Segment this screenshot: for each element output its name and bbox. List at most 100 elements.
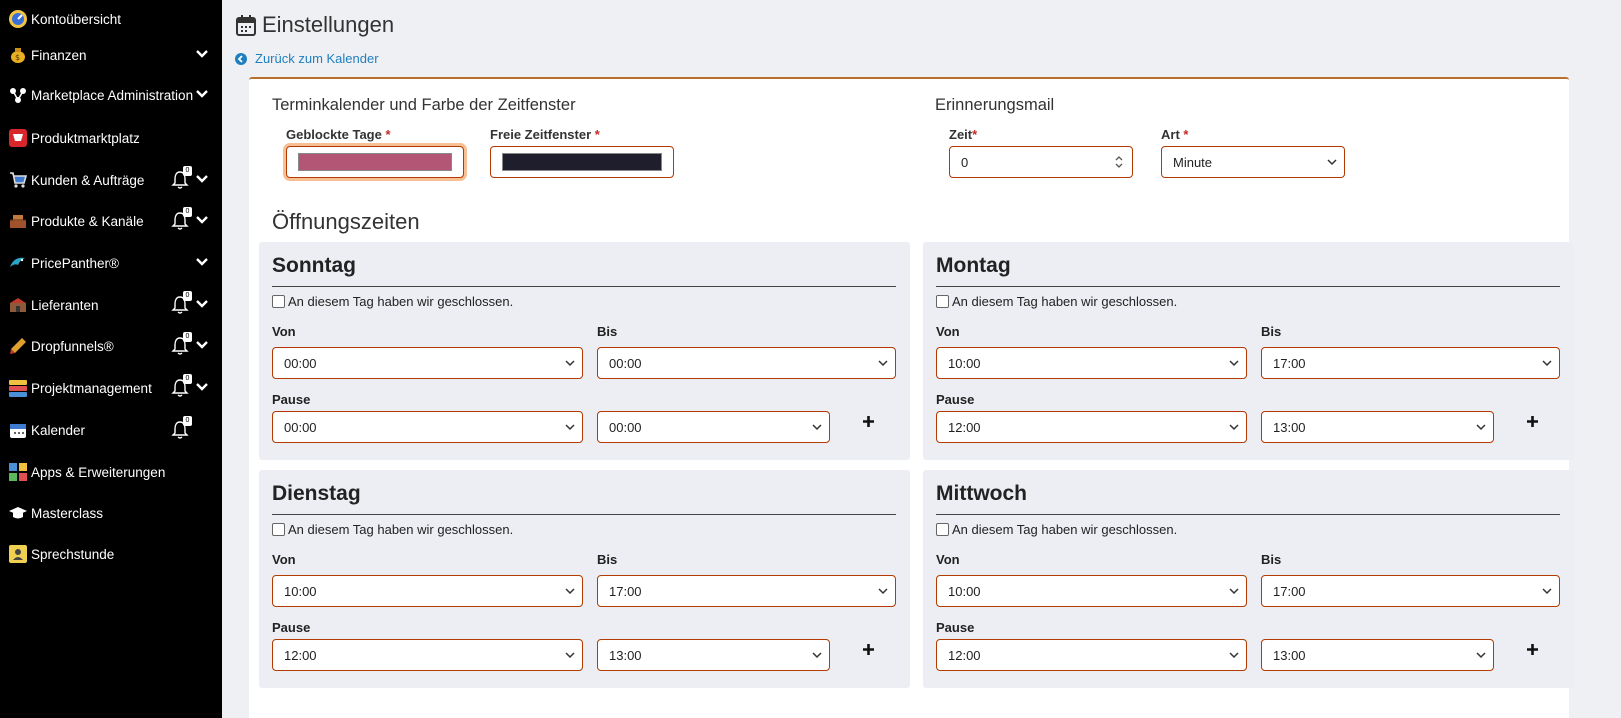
to-value: 17:00	[1273, 583, 1306, 599]
from-select[interactable]: 00:00	[272, 347, 583, 379]
add-pause-icon[interactable]	[862, 643, 875, 656]
day-divider	[936, 286, 1560, 287]
pause-label: Pause	[272, 392, 311, 407]
chevron-down-icon	[878, 360, 888, 367]
sidebar-item-kunden-auftraege[interactable]: Kunden & Aufträge 0	[0, 161, 222, 199]
main-content: Einstellungen Zurück zum Kalender Termin…	[222, 0, 1621, 718]
pause-from-select[interactable]: 00:00	[272, 411, 583, 443]
sidebar: Kontoübersicht $ Finanzen Marketplace Ad…	[0, 0, 222, 718]
day-box-mittwoch: Mittwoch An diesem Tag haben wir geschlo…	[923, 470, 1574, 688]
back-to-calendar-link[interactable]: Zurück zum Kalender	[235, 51, 379, 66]
chevron-down-icon[interactable]	[195, 49, 209, 59]
graduation-cap-icon	[8, 503, 28, 523]
sidebar-item-marketplace-administration[interactable]: Marketplace Administration	[0, 76, 222, 114]
day-box-sonntag: Sonntag An diesem Tag haben wir geschlos…	[259, 242, 910, 460]
chevron-down-icon[interactable]	[195, 89, 209, 99]
sidebar-item-projektmanagement[interactable]: Projektmanagement 0	[0, 369, 222, 407]
sidebar-item-produktmarktplatz[interactable]: Produktmarktplatz	[0, 119, 222, 157]
to-select[interactable]: 17:00	[1261, 347, 1560, 379]
to-value: 00:00	[609, 355, 642, 371]
settings-card: Terminkalender und Farbe der Zeitfenster…	[249, 77, 1574, 718]
money-bag-icon: $	[8, 45, 28, 65]
from-value: 10:00	[284, 583, 317, 599]
chevron-down-icon[interactable]	[195, 215, 209, 225]
pause-from-select[interactable]: 12:00	[936, 639, 1247, 671]
sidebar-item-label: Masterclass	[31, 505, 104, 521]
pause-to-select[interactable]: 00:00	[597, 411, 830, 443]
from-select[interactable]: 10:00	[936, 575, 1247, 607]
closed-checkbox[interactable]	[936, 523, 949, 536]
pause-from-value: 00:00	[284, 419, 317, 435]
closed-checkbox[interactable]	[936, 295, 949, 308]
reminder-type-value: Minute	[1173, 154, 1213, 170]
puzzle-icon	[8, 462, 28, 482]
sidebar-item-pricepanther[interactable]: PricePanther®	[0, 244, 222, 282]
to-select[interactable]: 17:00	[1261, 575, 1560, 607]
to-select[interactable]: 17:00	[597, 575, 896, 607]
sidebar-item-label: Sprechstunde	[31, 546, 115, 562]
from-select[interactable]: 10:00	[936, 347, 1247, 379]
chevron-down-icon	[1476, 652, 1486, 659]
chevron-down-icon[interactable]	[195, 257, 209, 267]
sidebar-item-finanzen[interactable]: $ Finanzen	[0, 36, 222, 74]
closed-checkbox-row[interactable]: An diesem Tag haben wir geschlossen.	[936, 522, 1177, 537]
free-slots-color-input[interactable]	[490, 146, 674, 178]
pause-from-select[interactable]: 12:00	[936, 411, 1247, 443]
sidebar-item-masterclass[interactable]: Masterclass	[0, 494, 222, 532]
closed-checkbox[interactable]	[272, 523, 285, 536]
blocked-days-color-input[interactable]	[286, 146, 464, 178]
day-title: Mittwoch	[936, 482, 1027, 505]
closed-checkbox[interactable]	[272, 295, 285, 308]
spinner-icon[interactable]	[1114, 154, 1124, 170]
pause-to-select[interactable]: 13:00	[1261, 639, 1494, 671]
closed-checkbox-row[interactable]: An diesem Tag haben wir geschlossen.	[936, 294, 1177, 309]
sidebar-item-apps-erweiterungen[interactable]: Apps & Erweiterungen	[0, 453, 222, 491]
notification-badge: 0	[183, 332, 192, 342]
calendar-icon	[8, 420, 28, 440]
sidebar-item-dropfunnels[interactable]: Dropfunnels® 0	[0, 327, 222, 365]
chevron-down-icon[interactable]	[195, 174, 209, 184]
pause-to-select[interactable]: 13:00	[597, 639, 830, 671]
products-icon	[8, 211, 28, 231]
chevron-down-icon	[1542, 360, 1552, 367]
pause-from-value: 12:00	[948, 419, 981, 435]
closed-checkbox-row[interactable]: An diesem Tag haben wir geschlossen.	[272, 294, 513, 309]
sidebar-item-produkte-kanaele[interactable]: Produkte & Kanäle 0	[0, 202, 222, 240]
sidebar-item-label: Lieferanten	[31, 297, 99, 313]
chevron-down-icon	[565, 652, 575, 659]
add-pause-icon[interactable]	[1526, 415, 1539, 428]
chevron-down-icon[interactable]	[195, 382, 209, 392]
add-pause-icon[interactable]	[862, 415, 875, 428]
from-value: 00:00	[284, 355, 317, 371]
chevron-down-icon	[565, 360, 575, 367]
sidebar-item-kalender[interactable]: Kalender 0	[0, 411, 222, 449]
chevron-down-icon	[1327, 159, 1337, 166]
blocked-days-label: Geblockte Tage *	[286, 127, 391, 142]
chevron-down-icon	[1229, 360, 1239, 367]
add-pause-icon[interactable]	[1526, 643, 1539, 656]
pause-from-select[interactable]: 12:00	[272, 639, 583, 671]
notification-badge: 0	[183, 374, 192, 384]
chevron-down-icon	[812, 652, 822, 659]
network-icon	[8, 85, 28, 105]
pause-to-select[interactable]: 13:00	[1261, 411, 1494, 443]
cart-icon	[8, 170, 28, 190]
sidebar-item-kontouebersicht[interactable]: Kontoübersicht	[0, 0, 222, 38]
chevron-down-icon[interactable]	[195, 299, 209, 309]
closed-label: An diesem Tag haben wir geschlossen.	[952, 294, 1178, 309]
sidebar-item-sprechstunde[interactable]: Sprechstunde	[0, 535, 222, 573]
chevron-down-icon[interactable]	[195, 340, 209, 350]
notification-badge: 0	[183, 166, 192, 176]
to-select[interactable]: 00:00	[597, 347, 896, 379]
closed-checkbox-row[interactable]: An diesem Tag haben wir geschlossen.	[272, 522, 513, 537]
dashboard-icon	[8, 9, 28, 29]
from-label: Von	[936, 552, 960, 567]
day-divider	[272, 514, 896, 515]
from-select[interactable]: 10:00	[272, 575, 583, 607]
sidebar-item-lieferanten[interactable]: Lieferanten 0	[0, 286, 222, 324]
day-divider	[272, 286, 896, 287]
reminder-time-input[interactable]: 0	[949, 146, 1133, 178]
project-icon	[8, 378, 28, 398]
reminder-type-select[interactable]: Minute	[1161, 146, 1345, 178]
pause-from-value: 12:00	[948, 647, 981, 663]
